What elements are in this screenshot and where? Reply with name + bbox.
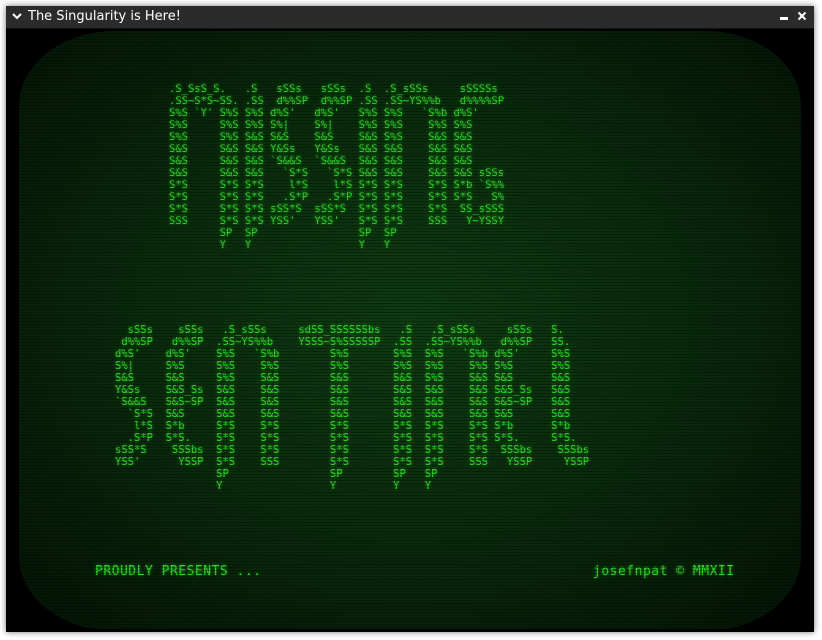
credit-text: josefnpat © MMXII [593, 564, 735, 579]
close-button[interactable] [794, 8, 810, 24]
window-title: The Singularity is Here! [28, 9, 181, 24]
minimize-button[interactable] [776, 8, 792, 24]
crt-display: .S_SsS_S. .S sSSs sSSs .S .S_sSSs sSSSSs… [19, 31, 801, 629]
minimize-icon [780, 17, 788, 20]
close-icon [797, 11, 807, 21]
chevron-down-icon [12, 12, 22, 19]
title-bar[interactable]: The Singularity is Here! [6, 6, 814, 29]
ascii-title-sentinel: sSSs sSSs .S_sSSs sdSS_SSSSSSbs .S .S_sS… [115, 324, 590, 492]
ascii-title-missing: .S_SsS_S. .S sSSs sSSs .S .S_sSSs sSSSSs… [169, 83, 505, 251]
presents-text: PROUDLY PRESENTS ... [95, 564, 262, 579]
game-screen[interactable]: .S_SsS_S. .S sSSs sSSs .S .S_sSSs sSSSSs… [9, 29, 811, 629]
window-menu-chevron-down-icon[interactable] [10, 8, 24, 24]
app-window: The Singularity is Here! .S_SsS_S. .S sS… [6, 6, 814, 632]
